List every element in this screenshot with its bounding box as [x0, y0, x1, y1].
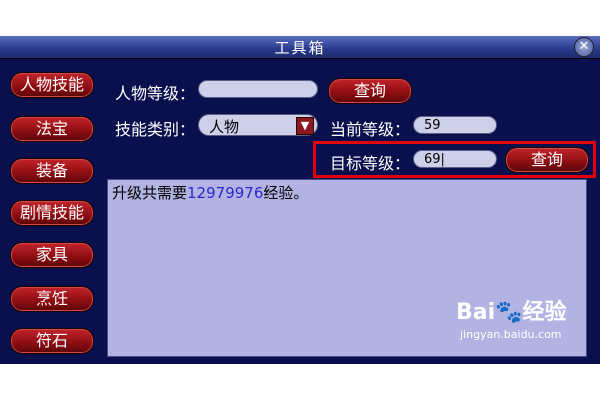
sidebar-item-magic-treasure[interactable]: 法宝: [10, 116, 94, 142]
query-button[interactable]: 查询: [328, 78, 412, 104]
skill-type-label: 技能类别：: [115, 120, 196, 139]
close-icon[interactable]: ✕: [574, 37, 594, 57]
sidebar-item-equipment[interactable]: 装备: [10, 158, 94, 184]
skill-type-value: 人物: [209, 118, 240, 136]
result-suffix: 经验。: [263, 184, 309, 202]
sidebar-item-rune[interactable]: 符石: [10, 328, 94, 354]
current-level-label: 当前等级：: [330, 120, 411, 139]
sidebar-item-character-skill[interactable]: 人物技能: [10, 72, 94, 98]
result-line: 升级共需要12979976经验。: [112, 182, 308, 203]
sidebar-item-cooking[interactable]: 烹饪: [10, 286, 94, 312]
watermark-url: jingyan.baidu.com: [460, 328, 562, 341]
dropdown-arrow-icon[interactable]: ▼: [296, 117, 314, 135]
window-title: 工具箱: [274, 39, 326, 57]
sidebar-item-furniture[interactable]: 家具: [10, 242, 94, 268]
current-level-field[interactable]: 59: [413, 116, 497, 134]
watermark-logo: Bai🐾经验: [456, 300, 567, 325]
highlight-box: [313, 141, 596, 178]
skill-type-select[interactable]: 人物 ▼: [198, 114, 318, 136]
character-level-label: 人物等级：: [115, 84, 196, 103]
result-prefix: 升级共需要: [112, 184, 188, 202]
character-level-field[interactable]: [198, 80, 318, 98]
baidu-watermark: Bai🐾经验 jingyan.baidu.com: [456, 294, 586, 350]
sidebar-item-story-skill[interactable]: 剧情技能: [10, 200, 94, 226]
toolbox-window: 工具箱 ✕ 人物技能 法宝 装备 剧情技能 家具 烹饪 符石 人物等级： 查询 …: [0, 36, 600, 364]
result-exp-value: 12979976: [187, 184, 264, 202]
titlebar: 工具箱 ✕: [0, 36, 600, 59]
